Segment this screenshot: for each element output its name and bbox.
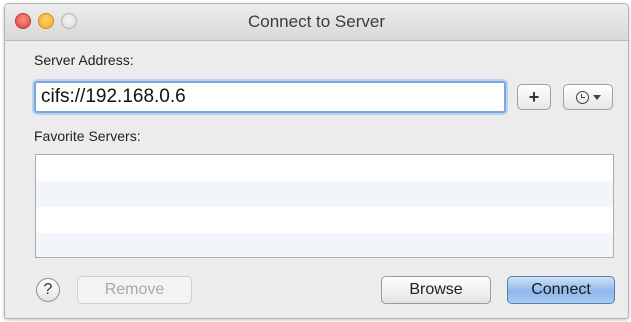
recent-servers-button[interactable] [563,84,613,110]
help-button[interactable]: ? [36,278,60,302]
question-icon: ? [43,281,53,298]
list-row [36,207,613,233]
favorite-servers-list[interactable] [35,154,614,258]
list-row [36,155,613,181]
server-address-input[interactable] [34,81,506,113]
list-row [36,181,613,207]
server-address-label: Server Address: [34,52,134,68]
remove-button[interactable]: Remove [77,276,192,304]
browse-button[interactable]: Browse [381,276,491,304]
add-to-favorites-button[interactable]: + [517,84,551,110]
favorite-servers-label: Favorite Servers: [34,128,141,144]
clock-icon [575,90,589,104]
connect-button[interactable]: Connect [507,276,615,304]
title-bar[interactable]: Connect to Server [5,4,628,41]
connect-to-server-window: Connect to Server Server Address: + Favo… [4,3,629,319]
list-row [36,233,613,257]
window-title: Connect to Server [247,12,385,31]
plus-icon: + [528,86,540,107]
chevron-down-icon [592,94,601,100]
